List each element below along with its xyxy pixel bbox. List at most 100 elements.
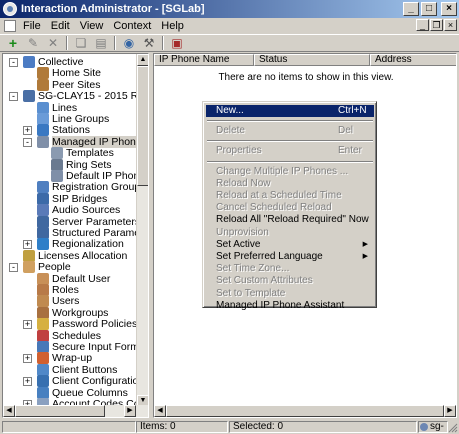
document-icon[interactable] (4, 20, 16, 32)
tree-item[interactable]: Structured Parameters (37, 227, 138, 239)
context-menu-item[interactable]: Delete Del (206, 125, 374, 137)
tree-item[interactable]: Collective (23, 56, 84, 68)
menu-view[interactable]: View (75, 20, 109, 32)
tree-item[interactable]: SIP Bridges (37, 192, 108, 205)
tree-item[interactable]: Default User (37, 272, 110, 285)
column-status[interactable]: Status (254, 54, 370, 66)
tree-item[interactable]: Client Configuration (37, 375, 138, 388)
maximize-button[interactable]: □ (421, 2, 437, 16)
menu-separator (207, 120, 373, 123)
title-bar[interactable]: Interaction Administrator - [SGLab] _ □ … (0, 0, 459, 18)
tree-item[interactable]: Schedules (37, 329, 101, 342)
tree-expander[interactable]: - (9, 92, 18, 102)
menu-help[interactable]: Help (156, 20, 189, 32)
hscroll-thumb[interactable] (166, 405, 444, 417)
tree-item[interactable]: Templates (51, 147, 114, 160)
tree-item[interactable]: People (23, 261, 71, 274)
menu-file[interactable]: File (18, 20, 46, 32)
add-icon[interactable]: + (4, 35, 22, 51)
tree-item[interactable]: Home Site (37, 67, 101, 80)
tree-item-label: Client Buttons (52, 363, 118, 376)
tree-item[interactable]: Ring Sets (51, 158, 112, 171)
document-minimize-button[interactable]: _ (416, 19, 429, 31)
scroll-right-button[interactable]: ▶ (124, 405, 136, 417)
menu-context[interactable]: Context (108, 20, 156, 32)
tree-item[interactable]: Stations (37, 124, 90, 137)
tools-icon[interactable]: ⚒ (140, 35, 158, 51)
tree-item[interactable]: SG-CLAY15 - 2015 R2 (23, 90, 138, 103)
context-menu-item[interactable]: Reload All "Reload Required" Now (206, 214, 374, 226)
context-menu-item[interactable]: Reload Now (206, 178, 374, 190)
context-menu-item[interactable]: Cancel Scheduled Reload (206, 202, 374, 214)
tree-item[interactable]: Roles (37, 284, 79, 296)
column-address[interactable]: Address (370, 54, 456, 66)
tree-item[interactable]: Default IP Phone (51, 170, 138, 182)
tree-item[interactable]: Secure Input Forms (37, 341, 138, 353)
line-groups-icon (37, 113, 49, 125)
context-menu-item[interactable]: New... Ctrl+N (206, 105, 374, 117)
context-menu-item[interactable]: Managed IP Phone Assistant (206, 300, 374, 312)
menu-edit[interactable]: Edit (46, 20, 75, 32)
menu-item-label: Unprovision (216, 226, 269, 238)
tree-vertical-scrollbar[interactable]: ▲ ▼ (136, 54, 148, 407)
navigation-tree[interactable]: - Collective Home Site Peer Sites - SG-CLAY15… (2, 53, 149, 418)
document-window-controls: _ ❐ × (416, 19, 457, 31)
tree-item[interactable]: Password Policies (37, 318, 137, 331)
tree-item[interactable]: Users (37, 295, 79, 308)
tree-item[interactable]: Registration Groups (37, 181, 138, 194)
tree-item[interactable]: Queue Columns (37, 386, 128, 399)
tree-item[interactable]: Client Buttons (37, 363, 118, 376)
tree-item[interactable]: Audio Sources (37, 204, 120, 217)
copy-icon[interactable]: ❏ (72, 35, 90, 51)
context-menu-item[interactable]: Set to Template (206, 288, 374, 300)
context-menu-item[interactable]: Set Custom Attributes (206, 275, 374, 287)
scroll-left-button[interactable]: ◀ (3, 405, 15, 417)
tree-item[interactable]: Line Groups (37, 113, 109, 125)
tree-item[interactable]: Managed IP Phones (37, 135, 138, 148)
edit-icon[interactable]: ✎ (24, 35, 42, 51)
tree-item-label: SIP Bridges (52, 192, 108, 205)
roles-icon (37, 284, 49, 296)
tree-expander[interactable]: + (23, 240, 32, 250)
context-menu-item[interactable]: Set Preferred Language ▶ (206, 251, 374, 263)
document-restore-button[interactable]: ❐ (430, 19, 443, 31)
tree-expander[interactable]: - (9, 263, 18, 273)
tree-expander[interactable]: + (23, 126, 32, 136)
context-menu-item[interactable]: Unprovision (206, 227, 374, 239)
delete-icon[interactable]: ✕ (44, 35, 62, 51)
scroll-right-button[interactable]: ▶ (444, 405, 456, 417)
context-menu-item[interactable]: Change Multiple IP Phones ... (206, 166, 374, 178)
status-items-count: Items: 0 (136, 421, 228, 433)
tree-expander[interactable]: - (9, 58, 18, 67)
help-icon[interactable]: ▣ (168, 35, 186, 51)
context-menu-item[interactable]: Reload at a Scheduled Time (206, 190, 374, 202)
context-menu-item[interactable]: Properties Enter (206, 145, 374, 157)
server-icon[interactable]: ◉ (120, 35, 138, 51)
tree-expander[interactable]: - (23, 137, 32, 147)
document-close-button[interactable]: × (444, 19, 457, 31)
hscroll-thumb[interactable] (15, 405, 105, 417)
menu-item-label: Set Time Zone... (216, 263, 290, 275)
tree-item[interactable]: Peer Sites (37, 78, 100, 91)
tree-horizontal-scrollbar[interactable]: ◀ ▶ (3, 405, 148, 417)
scroll-up-button[interactable]: ▲ (137, 54, 148, 66)
tree-item[interactable]: Server Parameters (37, 215, 138, 228)
scroll-left-button[interactable]: ◀ (154, 405, 166, 417)
tree-item[interactable]: Workgroups (37, 306, 108, 319)
list-horizontal-scrollbar[interactable]: ◀ ▶ (154, 405, 456, 417)
tree-expander[interactable]: + (23, 377, 32, 387)
tree-item[interactable]: Regionalization (37, 238, 124, 251)
scroll-thumb[interactable] (137, 66, 148, 186)
tree-expander[interactable]: + (23, 354, 32, 364)
close-button[interactable]: × (441, 2, 457, 16)
minimize-button[interactable]: _ (403, 2, 419, 16)
tree-item[interactable]: Licenses Allocation (23, 249, 127, 262)
tree-expander[interactable]: + (23, 320, 32, 330)
column-ip-phone-name[interactable]: IP Phone Name (154, 54, 254, 66)
paste-icon[interactable]: ▤ (92, 35, 110, 51)
context-menu-item[interactable]: Set Time Zone... (206, 263, 374, 275)
tree-item[interactable]: Lines (37, 101, 77, 114)
tree-item[interactable]: Wrap-up (37, 352, 92, 365)
context-menu-item[interactable]: Set Active ▶ (206, 239, 374, 251)
resize-grip[interactable] (448, 423, 458, 433)
